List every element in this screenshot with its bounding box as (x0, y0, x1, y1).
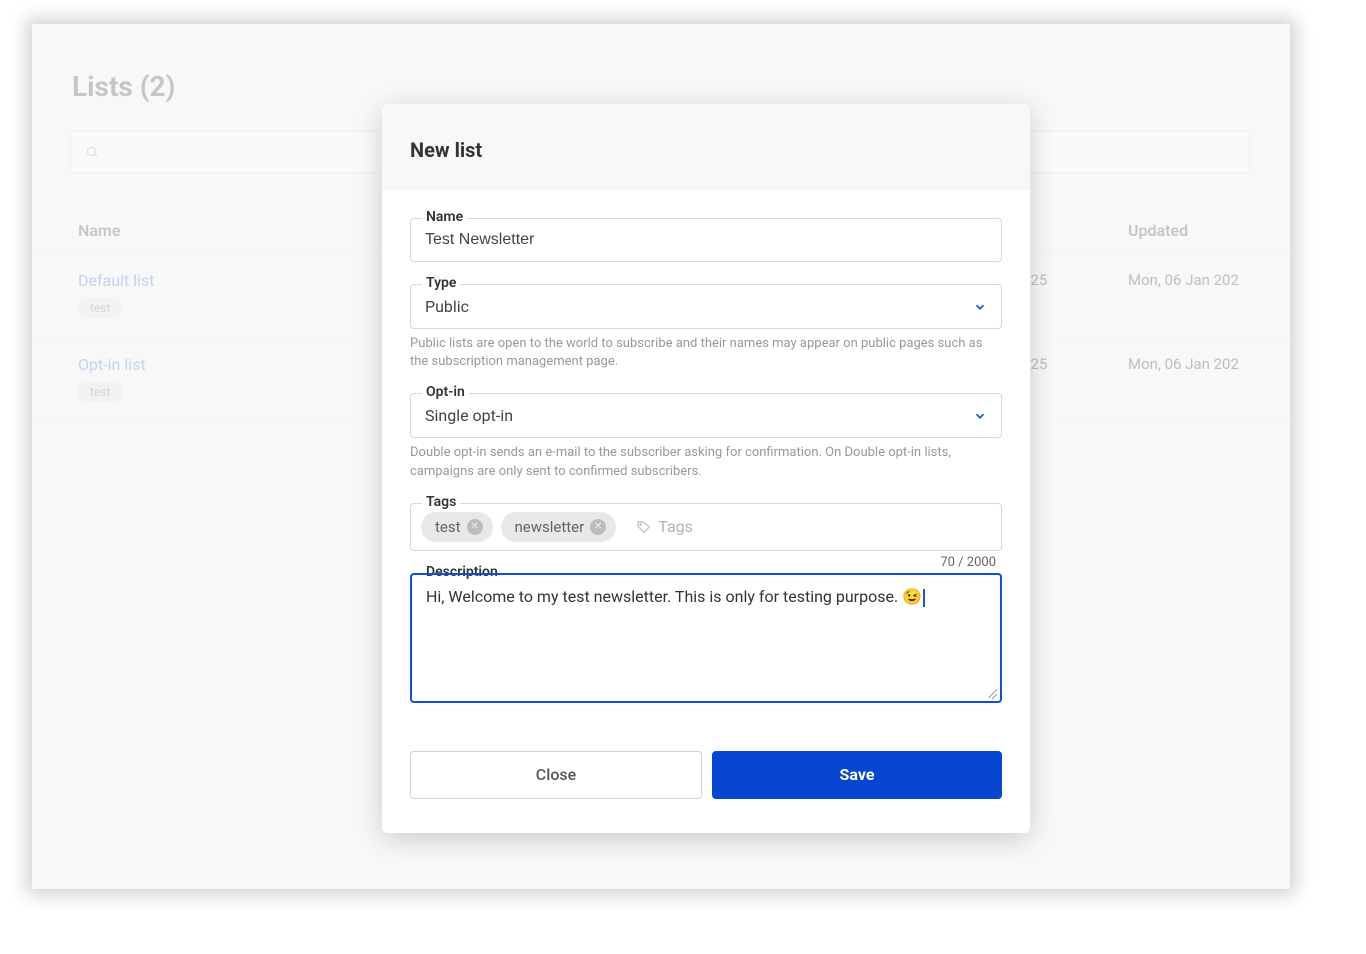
tag-pill: newsletter ✕ (501, 512, 617, 542)
chevron-down-icon (973, 409, 987, 423)
tag-icon (636, 519, 652, 535)
tags-label: Tags (422, 494, 460, 510)
type-label: Type (422, 275, 460, 291)
type-select[interactable]: Public (410, 284, 1002, 329)
type-helper-text: Public lists are open to the world to su… (410, 335, 1002, 371)
save-button[interactable]: Save (712, 751, 1002, 799)
new-list-modal: New list Name Type Public Public lists a… (382, 104, 1030, 833)
optin-value: Single opt-in (425, 406, 513, 425)
optin-field: Opt-in Single opt-in Double opt-in sends… (410, 393, 1002, 480)
page-container: Lists (2) Name ated Updated Default list… (32, 24, 1290, 889)
resize-handle[interactable] (985, 686, 997, 698)
optin-helper-text: Double opt-in sends an e-mail to the sub… (410, 444, 1002, 480)
optin-label: Opt-in (422, 384, 469, 400)
modal-title: New list (382, 104, 1030, 190)
name-input[interactable] (425, 231, 987, 249)
name-field: Name (410, 218, 1002, 262)
description-field: 70 / 2000 Description Hi, Welcome to my … (410, 573, 1002, 703)
tags-input[interactable]: test ✕ newsletter ✕ Tags (410, 503, 1002, 551)
tag-pill: test ✕ (421, 512, 493, 542)
description-value: Hi, Welcome to my test newsletter. This … (426, 587, 922, 606)
type-field: Type Public Public lists are open to the… (410, 284, 1002, 371)
close-button[interactable]: Close (410, 751, 702, 799)
description-textarea[interactable]: Hi, Welcome to my test newsletter. This … (410, 573, 1002, 703)
optin-select[interactable]: Single opt-in (410, 393, 1002, 438)
character-count: 70 / 2000 (940, 555, 996, 570)
remove-tag-icon[interactable]: ✕ (467, 519, 483, 535)
name-label: Name (422, 209, 467, 225)
tags-field: Tags test ✕ newsletter ✕ Tags (410, 503, 1002, 551)
type-value: Public (425, 297, 469, 316)
modal-footer: Close Save (410, 751, 1002, 799)
chevron-down-icon (973, 300, 987, 314)
text-caret (923, 589, 925, 607)
tags-placeholder: Tags (636, 517, 693, 536)
remove-tag-icon[interactable]: ✕ (590, 519, 606, 535)
